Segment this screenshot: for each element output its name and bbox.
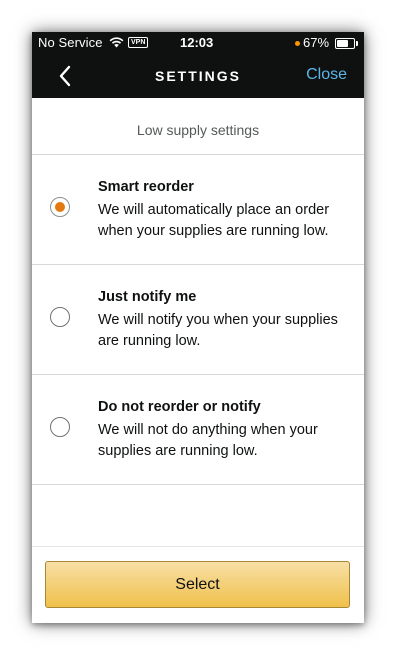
battery-cap: [356, 41, 358, 46]
battery-percent: 67%: [303, 35, 330, 50]
option-title: Just notify me: [98, 289, 197, 305]
section-title: Low supply settings: [136, 122, 260, 138]
divider: [32, 484, 364, 485]
footer-divider: [32, 546, 364, 547]
carrier-label: No Service: [38, 35, 103, 50]
privacy-indicator-dot: [295, 41, 300, 46]
close-button[interactable]: Close: [306, 66, 347, 84]
radio-do-not-reorder[interactable]: [50, 417, 70, 437]
vpn-badge: VPN: [128, 37, 149, 48]
option-title: Smart reorder: [98, 179, 194, 195]
option-description: We will notify you when your supplies ar…: [98, 312, 338, 349]
radio-smart-reorder[interactable]: [50, 197, 70, 217]
status-bar: No Service VPN 12:03 67%: [32, 32, 364, 54]
option-just-notify[interactable]: Just notify me We will notify you when y…: [32, 264, 364, 374]
phone-screen: No Service VPN 12:03 67% SETTINGS Close …: [32, 32, 364, 623]
radio-just-notify[interactable]: [50, 307, 70, 327]
top-bar: No Service VPN 12:03 67% SETTINGS Close: [32, 32, 364, 98]
nav-header: SETTINGS Close: [32, 54, 364, 98]
clock: 12:03: [180, 35, 214, 50]
option-smart-reorder[interactable]: Smart reorder We will automatically plac…: [32, 154, 364, 264]
screenshot-stage: No Service VPN 12:03 67% SETTINGS Close …: [0, 0, 396, 655]
option-title: Do not reorder or notify: [98, 399, 261, 415]
wifi-icon: [109, 37, 124, 48]
option-do-not-reorder[interactable]: Do not reorder or notify We will not do …: [32, 374, 364, 484]
option-description: We will not do anything when your suppli…: [98, 422, 318, 459]
battery-icon: [335, 38, 358, 49]
select-button[interactable]: Select: [45, 561, 350, 608]
battery-fill: [337, 40, 348, 47]
radio-selected-dot: [55, 202, 65, 212]
option-description: We will automatically place an order whe…: [98, 202, 330, 239]
